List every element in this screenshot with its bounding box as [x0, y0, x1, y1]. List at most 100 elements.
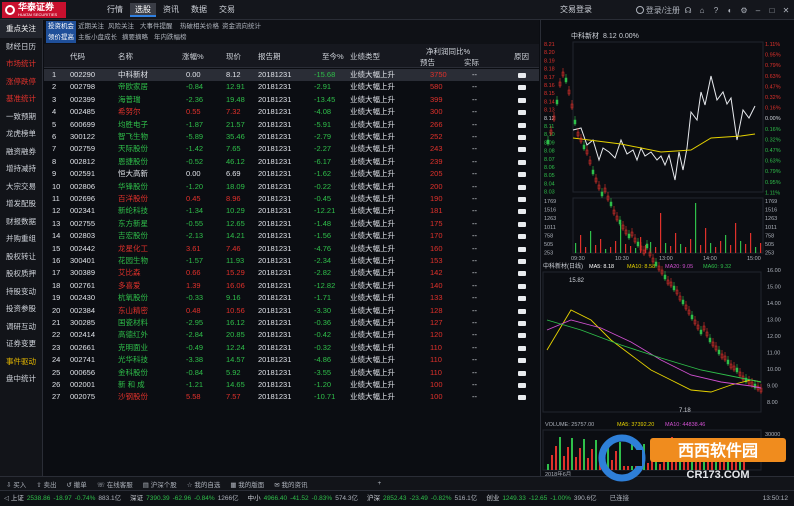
table-row[interactable]: 25 000656 金科股份 -0.84 5.92 20181231 -3.55 业绩大幅上升…: [44, 367, 539, 379]
left-nav-item[interactable]: 证券变更: [0, 335, 42, 353]
index-summary[interactable]: 中小 4966.40 -41.52 -0.83% 574.3亿: [248, 495, 361, 502]
left-nav-item[interactable]: 龙虎榜单: [0, 125, 42, 143]
subtab-risk[interactable]: 风险关注: [106, 21, 136, 32]
watchlist-button[interactable]: ☆ 我的自选: [187, 479, 221, 489]
add-icon[interactable]: +: [378, 480, 382, 487]
table-row[interactable]: 13 002755 东方新星 -0.55 12.65 20181231 -1.48 业绩大幅上…: [44, 218, 539, 230]
headset-icon[interactable]: ☊: [682, 6, 694, 15]
table-row[interactable]: 27 002075 沙钢股份 5.58 7.57 20181231 -10.71 业绩大幅上升…: [44, 391, 539, 403]
reason-message-icon[interactable]: [518, 73, 526, 78]
settings-icon[interactable]: ⚙: [738, 6, 750, 15]
table-row[interactable]: 19 002430 杭氧股份 -0.33 9.16 20181231 -1.71 业绩大幅上升…: [44, 292, 539, 304]
close-icon[interactable]: ✕: [780, 6, 792, 15]
left-nav-item[interactable]: 市场统计: [0, 55, 42, 73]
left-nav-item[interactable]: 股权质押: [0, 265, 42, 283]
table-row[interactable]: 12 002341 新纶科技 -1.34 10.29 20181231 -12.21 业绩大幅…: [44, 205, 539, 217]
col-chg[interactable]: 涨幅%: [182, 51, 204, 62]
table-row[interactable]: 11 002696 百洋股份 0.45 8.96 20181231 -0.45 业绩大幅上升 1…: [44, 193, 539, 205]
top-tab-trade[interactable]: 交易: [214, 3, 240, 17]
left-nav-item[interactable]: 增发配股: [0, 195, 42, 213]
col-report[interactable]: 报告期: [258, 51, 281, 62]
left-nav-item[interactable]: 事件驱动: [0, 353, 42, 371]
table-row[interactable]: 9 002591 恒大高新 0.00 6.69 20181231 -1.62 业绩大幅上升 20…: [44, 168, 539, 180]
table-row[interactable]: 7 002759 天际股份 -1.42 7.65 20181231 -2.27 业绩大幅上升 2…: [44, 143, 539, 155]
table-row[interactable]: 2 002798 帝欧家居 -0.84 12.91 20181231 -2.91 业绩大幅上升…: [44, 81, 539, 93]
table-row[interactable]: 21 300285 国瓷材料 -2.95 16.12 20181231 -0.36 业绩大幅上…: [44, 317, 539, 329]
left-nav-item[interactable]: 融资融券: [0, 143, 42, 161]
table-row[interactable]: 24 002741 光华科技 -3.38 14.57 20181231 -4.86 业绩大幅上…: [44, 354, 539, 366]
user-avatar-icon[interactable]: [635, 6, 644, 14]
col-forecast[interactable]: 预告: [420, 57, 435, 68]
reason-message-icon[interactable]: [518, 122, 526, 128]
reason-message-icon[interactable]: [518, 147, 526, 153]
reason-message-icon[interactable]: [518, 321, 526, 326]
index-summary[interactable]: 深证 7390.39 -62.96 -0.84% 1266亿: [130, 495, 242, 502]
minimize-icon[interactable]: –: [752, 6, 764, 15]
table-row[interactable]: 18 002761 多喜爱 1.39 16.06 20181231 -12.82 业绩大幅上升…: [44, 280, 539, 292]
reason-message-icon[interactable]: [518, 296, 526, 302]
left-nav-item[interactable]: 增持减持: [0, 160, 42, 178]
subtab2-ytd-drop[interactable]: 年内跌幅榜: [152, 32, 189, 43]
my-news-button[interactable]: ✉ 我的资讯: [274, 479, 307, 489]
left-nav-item[interactable]: 涨停跌停: [0, 73, 42, 91]
maximize-icon[interactable]: □: [766, 6, 778, 15]
top-tab-news[interactable]: 资讯: [158, 3, 184, 17]
table-row[interactable]: 6 300122 智飞生物 -5.89 35.46 20181231 -2.79 业绩大幅上升…: [44, 131, 539, 143]
left-nav-item[interactable]: 一致预期: [0, 108, 42, 126]
subtab-price[interactable]: 热破相关价格: [178, 21, 221, 32]
col-reason[interactable]: 原因: [514, 51, 529, 62]
reason-message-icon[interactable]: [518, 184, 526, 190]
subtab-opportunity[interactable]: 投资机会: [46, 21, 76, 32]
skin-icon[interactable]: ◐: [724, 6, 736, 15]
subtab-fundflow[interactable]: 资金流向统计: [220, 21, 263, 32]
col-price[interactable]: 现价: [226, 51, 241, 62]
buy-button[interactable]: ⇩ 买入: [6, 479, 26, 489]
reason-message-icon[interactable]: [518, 172, 526, 178]
reason-message-icon[interactable]: [518, 358, 526, 364]
reason-message-icon[interactable]: [518, 246, 526, 252]
left-nav-item[interactable]: 大宗交易: [0, 178, 42, 196]
cancel-order-button[interactable]: ↺ 撤单: [67, 479, 87, 489]
reason-message-icon[interactable]: [518, 221, 526, 227]
user-login-link[interactable]: 登录/注册: [646, 5, 680, 16]
reason-message-icon[interactable]: [518, 159, 526, 165]
reason-message-icon[interactable]: [518, 345, 526, 351]
left-nav-item[interactable]: 财报数据: [0, 213, 42, 231]
table-row[interactable]: 17 300389 艾比森 0.66 15.29 20181231 -2.82 业绩大幅上升 1…: [44, 267, 539, 279]
reason-message-icon[interactable]: [518, 85, 526, 91]
index-summary[interactable]: 创业 1249.33 -12.65 -1.00% 390.6亿: [486, 495, 599, 502]
reason-message-icon[interactable]: [518, 395, 526, 401]
status-arrow-icon[interactable]: ◁: [4, 495, 11, 502]
support-button[interactable]: ☏ 在线客服: [97, 479, 133, 489]
left-nav-item[interactable]: 重点关注: [0, 20, 42, 38]
home-icon[interactable]: ⌂: [696, 6, 708, 15]
subtab2-price-up[interactable]: 领价提高: [46, 32, 76, 43]
left-nav-item[interactable]: 投资参股: [0, 300, 42, 318]
table-row[interactable]: 1 002290 中科新材 0.00 8.12 20181231 -15.68 业绩大幅上升 3…: [44, 69, 539, 82]
left-nav-item[interactable]: 股权转让: [0, 248, 42, 266]
subtab-recent[interactable]: 近期关注: [76, 21, 106, 32]
index-summary[interactable]: 上证 2538.86 -18.97 -0.74% 883.1亿: [11, 495, 124, 502]
top-tab-stock-picker[interactable]: 选股: [130, 3, 156, 17]
table-row[interactable]: 4 002485 希努尔 0.55 7.32 20181231 -4.08 业绩大幅上升 300…: [44, 106, 539, 118]
top-tab-market[interactable]: 行情: [102, 3, 128, 17]
reason-message-icon[interactable]: [518, 110, 526, 116]
table-row[interactable]: 14 002803 吉宏股份 -2.13 14.21 20181231 -1.56 业绩大幅上…: [44, 230, 539, 242]
table-row[interactable]: 8 002812 恩捷股份 -0.52 46.12 20181231 -6.17 业绩大幅上升…: [44, 156, 539, 168]
trade-login-button[interactable]: 交易登录: [560, 4, 592, 15]
table-row[interactable]: 26 002001 新 和 成 -1.21 14.65 20181231 -1.20 业绩大幅…: [44, 379, 539, 391]
table-row[interactable]: 10 002806 华锋股份 -1.20 18.09 20181231 -0.22 业绩大幅上…: [44, 181, 539, 193]
table-row[interactable]: 23 002661 克明面业 -0.49 12.24 20181231 -0.32 业绩大幅上…: [44, 342, 539, 354]
hs-stocks-button[interactable]: ▤ 沪深个股: [143, 479, 177, 489]
left-nav-item[interactable]: 盘中统计: [0, 370, 42, 388]
reason-message-icon[interactable]: [518, 197, 526, 202]
subtab-events[interactable]: 大事件提醒: [138, 21, 175, 32]
reason-message-icon[interactable]: [518, 333, 526, 339]
subtab2-smallcap[interactable]: 主板小盘成长: [76, 32, 119, 43]
col-name[interactable]: 名称: [118, 51, 133, 62]
reason-message-icon[interactable]: [518, 383, 526, 388]
reason-message-icon[interactable]: [518, 283, 526, 289]
reason-message-icon[interactable]: [518, 308, 526, 314]
table-row[interactable]: 16 300401 花园生物 -1.57 11.93 20181231 -2.34 业绩大幅上…: [44, 255, 539, 267]
table-row[interactable]: 20 002384 东山精密 0.48 10.56 20181231 -3.30 业绩大幅上升…: [44, 305, 539, 317]
